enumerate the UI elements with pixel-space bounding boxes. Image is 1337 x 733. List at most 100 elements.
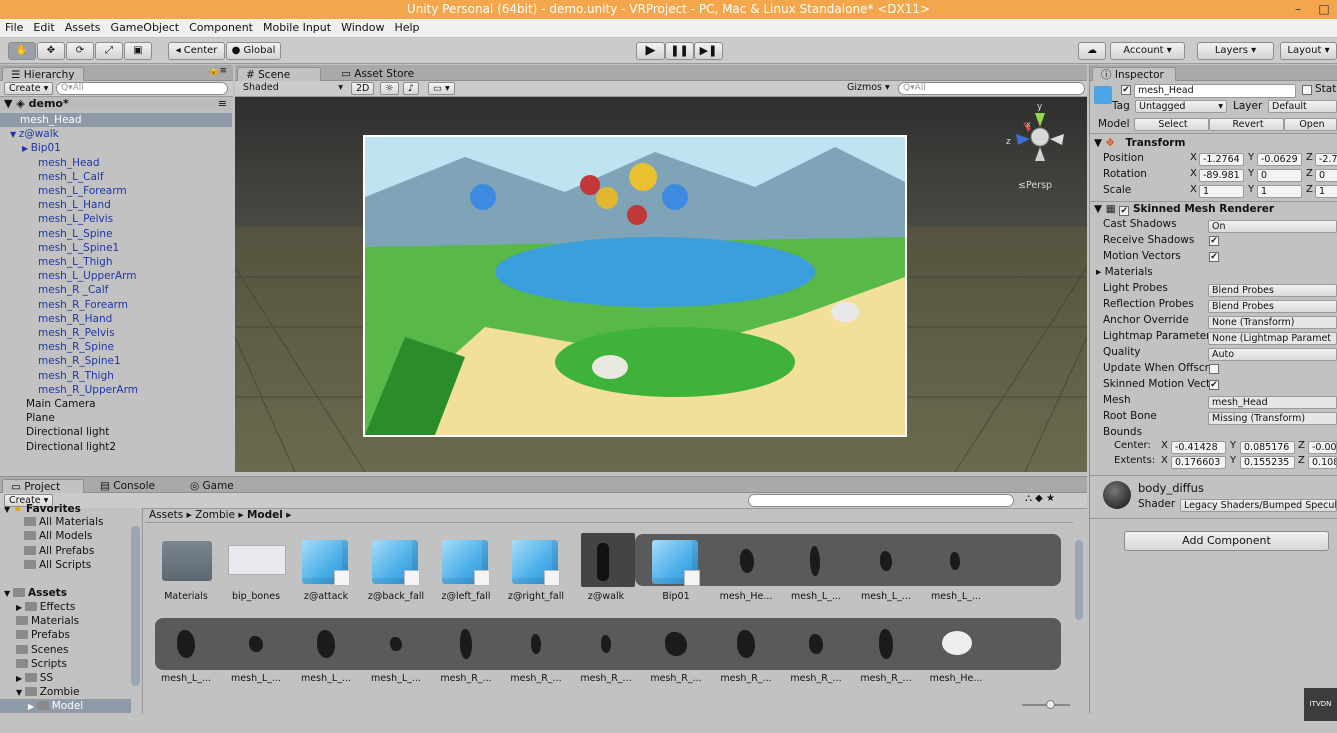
effects-toggle-icon[interactable]: ▭ ▾ — [428, 82, 455, 95]
model-open-button[interactable]: Open — [1284, 118, 1337, 131]
transform-scale-field[interactable]: 1 — [1199, 185, 1244, 198]
transform-position-field[interactable]: -2.7 — [1315, 153, 1337, 166]
model-revert-button[interactable]: Revert — [1209, 118, 1284, 131]
tree-folder[interactable]: Materials — [0, 614, 79, 628]
mesh-icon[interactable] — [942, 631, 972, 655]
mesh-icon[interactable] — [601, 635, 611, 653]
hand-tool-icon[interactable]: ✋ — [8, 42, 36, 60]
breadcrumb-assets[interactable]: Assets — [145, 509, 183, 521]
smr-field[interactable]: Blend Probes — [1208, 284, 1337, 297]
tree-folder[interactable]: Scripts — [0, 657, 67, 671]
tree-folder[interactable]: Prefabs — [0, 628, 70, 642]
tab-project[interactable]: ▭ Project — [2, 479, 84, 493]
hierarchy-item[interactable]: ▼ z@walk — [0, 127, 232, 141]
tree-favorite-item[interactable]: All Prefabs — [0, 544, 94, 558]
hierarchy-item[interactable]: mesh_R_UpperArm — [0, 383, 232, 397]
lighting-toggle-icon[interactable]: ☼ — [380, 82, 399, 95]
transform-scale-field[interactable]: 1 — [1315, 185, 1337, 198]
hierarchy-item[interactable]: mesh_Head — [0, 156, 232, 170]
bounds-center-field[interactable]: -0.41428 — [1171, 441, 1226, 454]
model-prefab-icon[interactable] — [302, 540, 350, 586]
smr-field[interactable]: Auto — [1208, 348, 1337, 361]
tree-favorite-item[interactable]: All Models — [0, 529, 92, 543]
hierarchy-item[interactable]: mesh_L_Thigh — [0, 255, 232, 269]
audio-toggle-icon[interactable]: ♪ — [403, 82, 420, 95]
mesh-icon[interactable] — [317, 630, 335, 658]
hierarchy-item[interactable]: mesh_L_Calf — [0, 170, 232, 184]
expand-arrow-icon[interactable]: ▼ — [16, 688, 25, 697]
mesh-icon[interactable] — [880, 551, 892, 571]
mesh-icon[interactable] — [249, 636, 263, 652]
hierarchy-item[interactable]: mesh_R_Forearm — [0, 298, 232, 312]
bounds-extents-field[interactable]: 0.108 — [1308, 456, 1337, 469]
skinned-mesh-renderer-header[interactable]: ▼ ▦ ✔ Skinned Mesh Renderer — [1094, 203, 1274, 216]
tab-hierarchy[interactable]: ☰ Hierarchy — [2, 67, 84, 81]
folder-icon[interactable] — [162, 541, 212, 581]
smr-field[interactable]: Blend Probes — [1208, 300, 1337, 313]
tree-favorite-item[interactable]: All Materials — [0, 515, 103, 529]
icon-size-slider-handle[interactable] — [1046, 700, 1055, 709]
tag-dropdown[interactable]: Untagged ▾ — [1135, 100, 1227, 113]
shading-mode-dropdown[interactable]: Shaded ▾ — [239, 82, 343, 95]
maximize-button[interactable]: □ — [1311, 0, 1337, 19]
assets-scrollbar[interactable] — [1075, 540, 1083, 620]
step-button[interactable]: ▶❚ — [694, 42, 723, 60]
tab-scene[interactable]: # Scene — [237, 67, 321, 81]
breadcrumb-zombie[interactable]: Zombie — [195, 509, 235, 521]
bounds-center-field[interactable]: -0.00 — [1308, 441, 1337, 454]
account-dropdown[interactable]: Account ▾ — [1110, 42, 1185, 60]
cloud-icon[interactable]: ☁ — [1078, 42, 1106, 60]
mesh-icon[interactable] — [740, 549, 754, 573]
scale-tool-icon[interactable]: ⤢ — [95, 42, 123, 60]
panel-menu-icon[interactable]: 🔒≡ — [208, 66, 227, 76]
transform-header[interactable]: ▼ ✥ Transform — [1094, 137, 1185, 149]
hierarchy-item[interactable]: Directional light2 — [0, 440, 232, 454]
tab-asset-store[interactable]: ▭ Asset Store — [333, 67, 422, 81]
transform-rotation-field[interactable]: -89.981 — [1199, 169, 1244, 182]
smr-checkbox[interactable]: ✔ — [1209, 236, 1219, 246]
pivot-center-button[interactable]: ◂ Center — [168, 42, 225, 60]
model-select-button[interactable]: Select — [1134, 118, 1209, 131]
expand-arrow-icon[interactable]: ▼ — [10, 130, 19, 139]
hierarchy-search-input[interactable]: Q▾All — [56, 82, 228, 95]
tree-favorite-item[interactable]: All Scripts — [0, 558, 91, 572]
shader-dropdown[interactable]: Legacy Shaders/Bumped Specular — [1180, 499, 1337, 512]
tab-game[interactable]: ◎ Game — [182, 479, 242, 493]
rotate-tool-icon[interactable]: ⟳ — [66, 42, 94, 60]
search-filter-icons[interactable]: ⛬ ◆ ★ — [1025, 493, 1055, 504]
mesh-icon[interactable] — [950, 552, 960, 570]
bounds-extents-field[interactable]: 0.176603 — [1171, 456, 1226, 469]
perspective-label[interactable]: ≤Persp — [1018, 180, 1052, 191]
mesh-icon[interactable] — [665, 632, 687, 656]
transform-position-field[interactable]: -1.2764 — [1199, 153, 1244, 166]
smr-field[interactable]: None (Transform) — [1208, 316, 1337, 329]
smr-checkbox[interactable] — [1209, 364, 1219, 374]
breadcrumb-model[interactable]: Model — [247, 509, 283, 521]
menu-window[interactable]: Window — [336, 19, 389, 37]
minimize-button[interactable]: – — [1285, 0, 1311, 19]
bounds-center-field[interactable]: 0.085176 — [1240, 441, 1295, 454]
tree-folder[interactable]: ▶ SS — [0, 671, 53, 685]
active-checkbox[interactable]: ✔ — [1121, 85, 1131, 95]
scene-root-row[interactable]: ▼ ◈ demo* ≡ — [0, 97, 233, 111]
model-prefab-icon[interactable] — [442, 540, 490, 586]
smr-field[interactable]: mesh_Head — [1208, 396, 1337, 409]
expand-arrow-icon[interactable]: ▶ — [16, 674, 25, 683]
toggle-2d-button[interactable]: 2D — [351, 82, 375, 95]
smr-checkbox[interactable]: ✔ — [1209, 252, 1219, 262]
tree-folder[interactable]: ▶ Model — [0, 699, 131, 714]
scene-menu-icon[interactable]: ≡ — [218, 97, 227, 111]
mesh-icon[interactable] — [460, 629, 472, 659]
play-button[interactable]: ▶ — [636, 42, 665, 60]
move-tool-icon[interactable]: ✥ — [37, 42, 65, 60]
hierarchy-item[interactable]: mesh_R_Hand — [0, 312, 232, 326]
hierarchy-item[interactable]: mesh_L_Pelvis — [0, 212, 232, 226]
smr-field[interactable]: On — [1208, 220, 1337, 233]
tree-scrollbar[interactable] — [131, 526, 140, 686]
hierarchy-item[interactable]: mesh_R_Spine1 — [0, 354, 232, 368]
tree-folder[interactable]: Scenes — [0, 643, 68, 657]
mesh-icon[interactable] — [809, 634, 823, 654]
menu-mobile-input[interactable]: Mobile Input — [258, 19, 336, 37]
hierarchy-item[interactable]: Directional light — [0, 425, 232, 439]
transform-rotation-field[interactable]: 0 — [1315, 169, 1337, 182]
